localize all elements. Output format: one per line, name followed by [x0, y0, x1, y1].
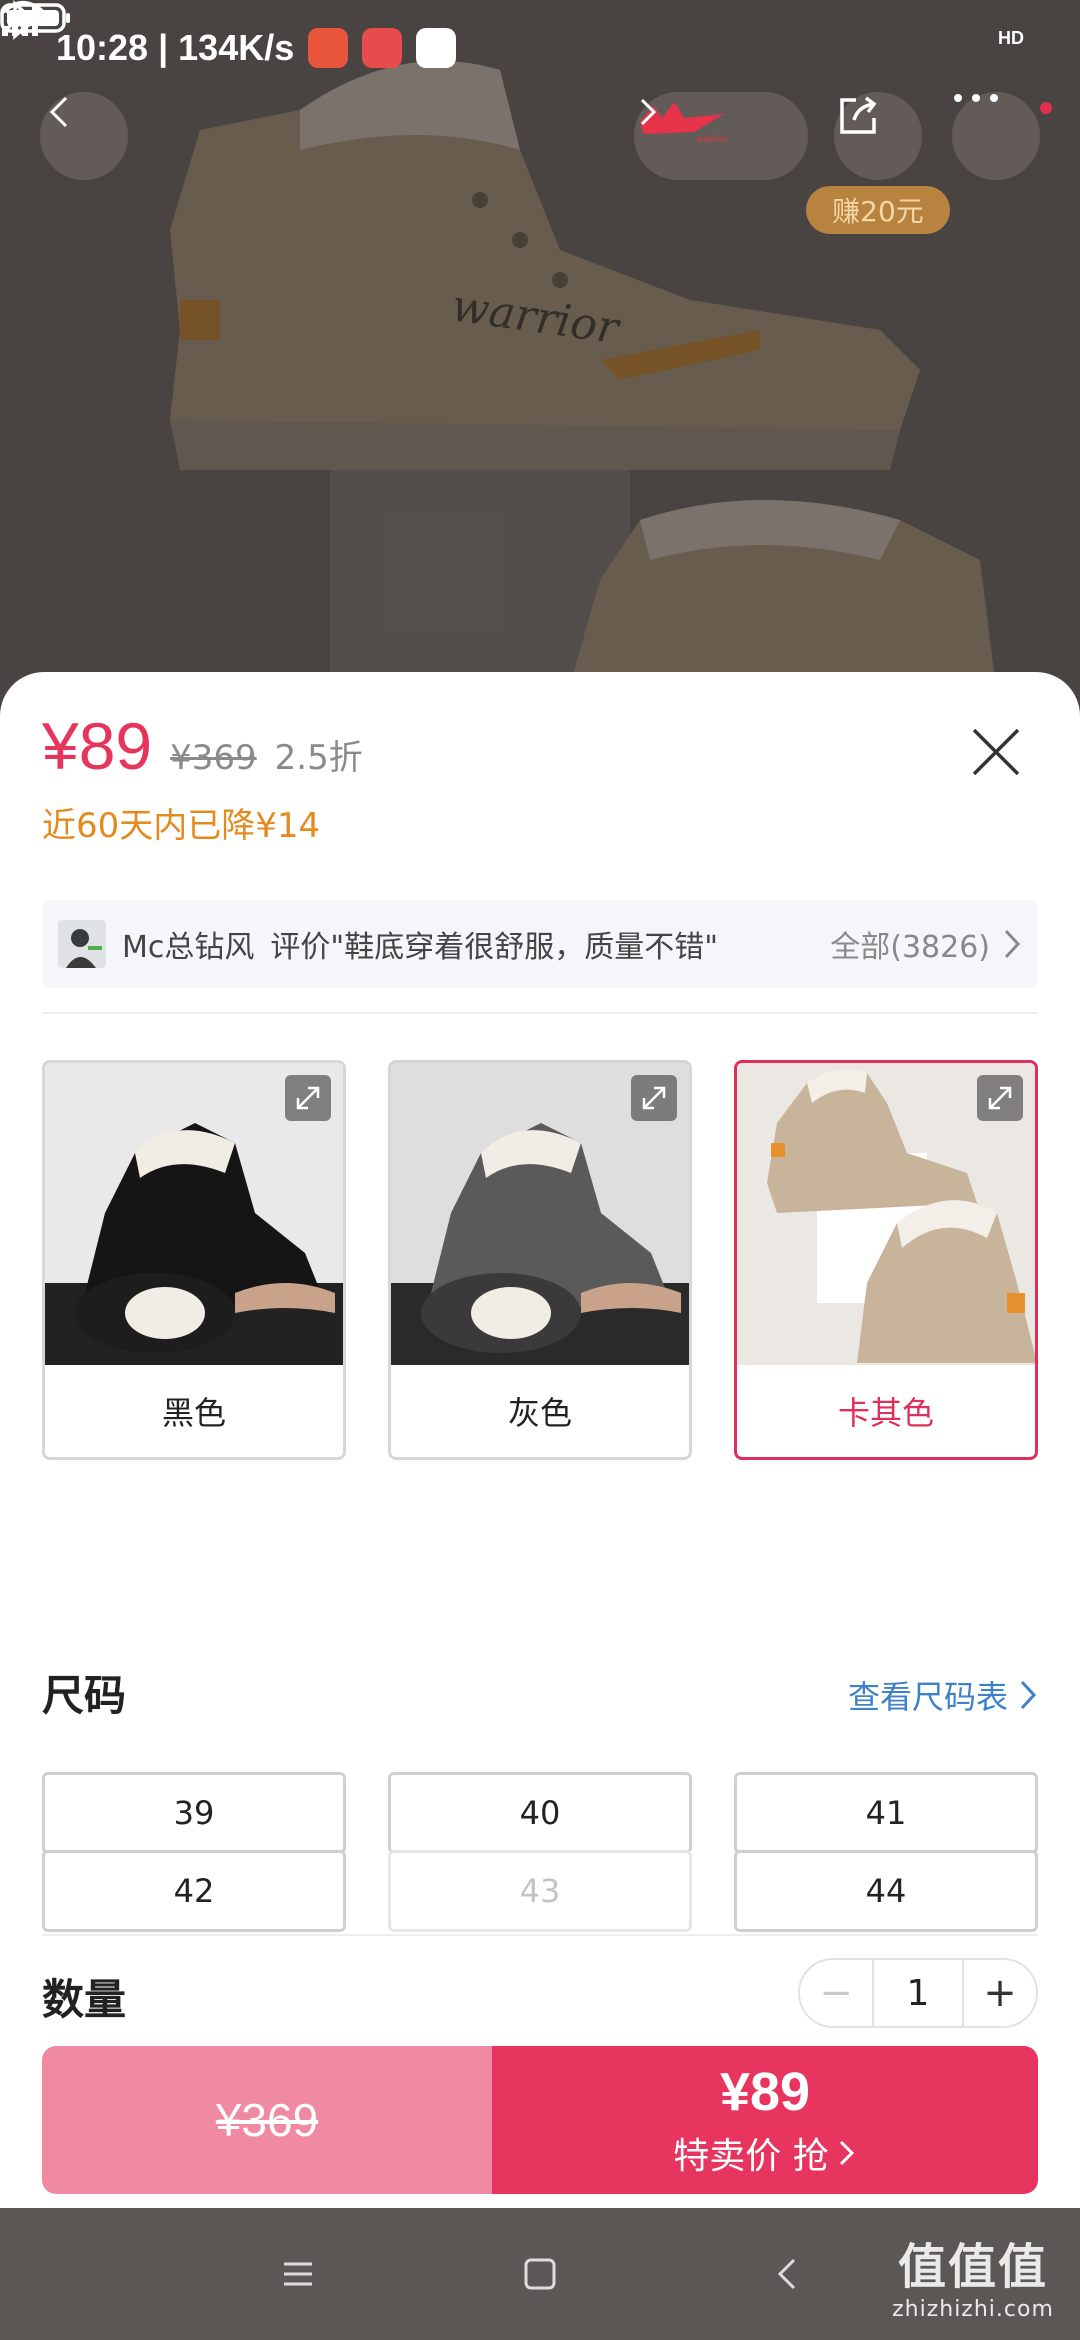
- hero-dim-overlay: [0, 0, 1080, 720]
- all-reviews-label: 全部(3826): [830, 930, 990, 965]
- menu-button[interactable]: [272, 2248, 324, 2300]
- review-summary-bar[interactable]: Mc总钻风 评价"鞋底穿着很舒服，质量不错" 全部(3826): [42, 900, 1038, 988]
- original-price: ¥369: [170, 738, 257, 778]
- brand-logo-text: warrior: [696, 135, 728, 145]
- nav-back-button[interactable]: [762, 2248, 814, 2300]
- watermark-main: 值值值: [897, 2238, 1048, 2295]
- status-time: 10:28 | 134K/s: [56, 27, 295, 68]
- color-label-black: 黑色: [161, 1394, 226, 1432]
- share-icon: [840, 96, 877, 134]
- notification-app-icon-3: [416, 28, 457, 68]
- color-option-black[interactable]: 黑色: [42, 1060, 346, 1460]
- expand-icon[interactable]: [631, 1075, 677, 1121]
- color-option-gray[interactable]: 灰色: [388, 1060, 692, 1460]
- buy-special-label: 特卖价 抢: [673, 2136, 829, 2177]
- reviewer-name: Mc总钻风: [122, 930, 255, 965]
- size-option-43: 43: [388, 1850, 692, 1932]
- product-detail-page: warrior 10:28 | 134K/s HD warrior 赚20元 ¥…: [0, 0, 1080, 2340]
- brand-store-button[interactable]: warrior: [634, 92, 808, 180]
- more-dots-icon: [954, 94, 998, 102]
- product-hero-image: warrior 10:28 | 134K/s HD warrior 赚20元: [0, 0, 1080, 720]
- divider: [42, 1934, 1038, 1936]
- expand-icon[interactable]: [285, 1075, 331, 1121]
- size-option-44[interactable]: 44: [734, 1850, 1038, 1932]
- all-reviews-link[interactable]: 全部(3826): [830, 922, 1022, 966]
- notification-app-icon-1: [308, 28, 349, 68]
- buy-special-price-button[interactable]: ¥89 特卖价 抢: [492, 2046, 1038, 2194]
- avatar-figure-icon: [66, 929, 102, 968]
- home-button[interactable]: [514, 2248, 566, 2300]
- divider: [42, 1012, 1038, 1014]
- quantity-section-title: 数量: [42, 1975, 127, 2024]
- battery-icon: [0, 3, 70, 33]
- expand-icon[interactable]: [977, 1075, 1023, 1121]
- buy-original-price-button[interactable]: ¥369: [42, 2046, 492, 2194]
- share-button[interactable]: [834, 92, 922, 180]
- back-triangle-icon: [777, 2258, 796, 2290]
- close-icon: [972, 728, 1020, 776]
- sku-selection-sheet: ¥89 ¥369 2.5折 近60天内已降¥14 Mc总钻风 评价"鞋底穿着很舒…: [0, 672, 1080, 2208]
- reviewer-avatar: [58, 920, 106, 968]
- earn-badge[interactable]: 赚20元: [806, 186, 950, 234]
- current-price: ¥89: [42, 709, 153, 783]
- size-section-title: 尺码: [42, 1671, 127, 1720]
- purchase-bar: ¥369 ¥89 特卖价 抢: [42, 2046, 1038, 2194]
- discount-label: 2.5折: [274, 738, 363, 778]
- buy-original-price: ¥369: [215, 2094, 319, 2146]
- quantity-stepper: − 1 +: [798, 1958, 1038, 2028]
- status-bar: 10:28 | 134K/s HD: [0, 0, 1080, 96]
- color-option-khaki[interactable]: 卡其色: [734, 1060, 1038, 1460]
- notification-dot: [1040, 102, 1052, 114]
- color-label-khaki: 卡其色: [837, 1394, 934, 1432]
- color-label-gray: 灰色: [507, 1394, 572, 1432]
- chevron-left-icon: [49, 96, 68, 128]
- notification-app-icon-2: [362, 28, 403, 68]
- size-option-42[interactable]: 42: [42, 1850, 346, 1932]
- size-chart-label: 查看尺码表: [847, 1678, 1008, 1716]
- chevron-right-icon: [839, 2140, 854, 2166]
- home-square-icon: [524, 2258, 556, 2290]
- size-option-40[interactable]: 40: [388, 1772, 692, 1854]
- review-text: 评价"鞋底穿着很舒服，质量不错": [270, 930, 718, 965]
- quantity-decrease-button[interactable]: −: [800, 1960, 874, 2026]
- network-type-label: HD: [998, 27, 1024, 48]
- quantity-value[interactable]: 1: [874, 1973, 962, 2014]
- chevron-right-icon: [1020, 1680, 1037, 1710]
- buy-special-label-row: 特卖价 抢: [673, 2127, 856, 2179]
- chevron-right-icon: [1004, 929, 1021, 959]
- watermark: 值值值 zhizhizhi.com: [878, 2208, 1068, 2340]
- back-button[interactable]: [40, 92, 128, 180]
- menu-icon: [284, 2262, 312, 2286]
- size-option-41[interactable]: 41: [734, 1772, 1038, 1854]
- watermark-sub: zhizhizhi.com: [892, 2296, 1054, 2322]
- buy-special-price: ¥89: [719, 2062, 811, 2122]
- chevron-right-icon: [640, 98, 657, 126]
- price-drop-note: 近60天内已降¥14: [42, 806, 321, 846]
- size-chart-link[interactable]: 查看尺码表: [848, 1672, 1038, 1718]
- quantity-increase-button[interactable]: +: [962, 1960, 1036, 2026]
- size-option-39[interactable]: 39: [42, 1772, 346, 1854]
- close-button[interactable]: [966, 722, 1026, 782]
- price-row: ¥89 ¥369 2.5折: [42, 708, 363, 784]
- more-button[interactable]: [952, 92, 1040, 180]
